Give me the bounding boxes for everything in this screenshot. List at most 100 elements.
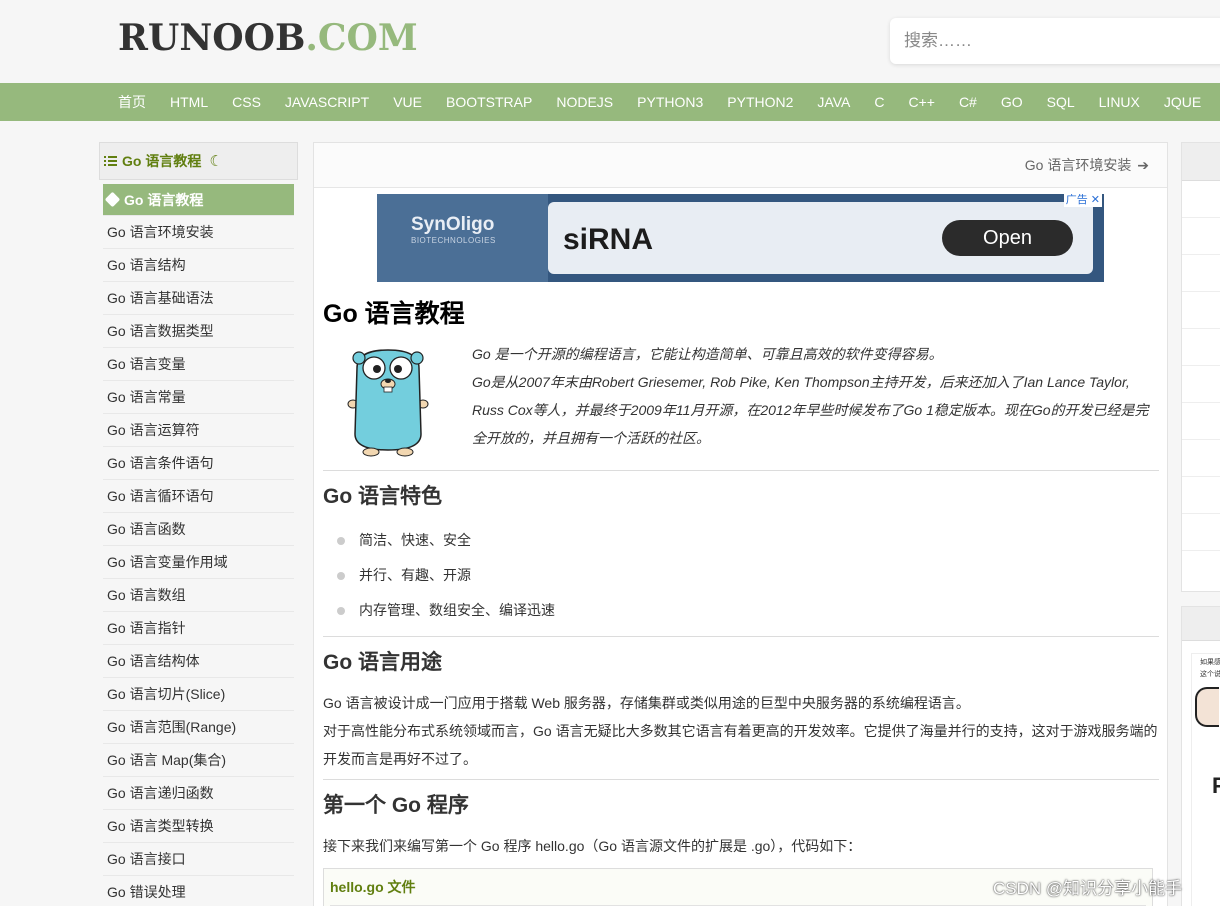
logo-domain-text: .COM	[305, 17, 418, 59]
arrow-right-icon[interactable]: ➔	[1137, 157, 1149, 173]
ad-close-icon[interactable]: 广告 ✕	[1063, 194, 1102, 207]
ad-thumb-text-2: 这个说	[1200, 671, 1220, 678]
next-page-link[interactable]: Go 语言环境安装	[1025, 157, 1132, 173]
usage-paragraph-1: Go 语言被设计成一门应用于搭载 Web 服务器，存储集群或类似用途的巨型中央服…	[323, 695, 970, 711]
article-content: Go 语言教程 Go 是一个开源的编程语言，它能让构造简单、可靠且高效的软件变得…	[323, 298, 1159, 906]
list-item: 内存管理、数组安全、编译迅速	[337, 593, 1159, 628]
ad-card: siRNA Open	[548, 202, 1093, 274]
ad-brand-subtitle: BIOTECHNOLOGIES	[411, 236, 496, 245]
intro-line-1: Go 是一个开源的编程语言，它能让构造简单、可靠且高效的软件变得容易。	[472, 346, 943, 362]
gopher-mascot-icon	[347, 349, 429, 457]
sidebar-item-operators[interactable]: Go 语言运算符	[103, 414, 294, 447]
sidebar-item-structs[interactable]: Go 语言结构体	[103, 645, 294, 678]
sidebar-item-conditionals[interactable]: Go 语言条件语句	[103, 447, 294, 480]
search-input[interactable]	[890, 18, 1220, 64]
sidebar-item-loops[interactable]: Go 语言循环语句	[103, 480, 294, 513]
nav-item-vue[interactable]: VUE	[381, 83, 434, 121]
ad-banner[interactable]: SynOligo BIOTECHNOLOGIES siRNA Open 广告 ✕	[377, 194, 1104, 282]
sidebar-item-interfaces[interactable]: Go 语言接口	[103, 843, 294, 876]
sidebar-item-functions[interactable]: Go 语言函数	[103, 513, 294, 546]
sidebar-item-basic-syntax[interactable]: Go 语言基础语法	[103, 282, 294, 315]
sidebar-item-go-tutorial[interactable]: Go 语言教程	[103, 184, 294, 216]
first-program-paragraph: 接下来我们来编写第一个 Go 程序 hello.go（Go 语言源文件的扩展是 …	[323, 838, 862, 854]
list-item[interactable]	[1182, 477, 1220, 514]
page-title: Go 语言教程	[323, 300, 465, 328]
main-article: Go 语言环境安装 ➔ SynOligo BIOTECHNOLOGIES siR…	[313, 142, 1168, 906]
sidebar-list: Go 语言教程 Go 语言环境安装 Go 语言结构 Go 语言基础语法 Go 语…	[103, 184, 294, 906]
nav-item-jquery[interactable]: JQUE	[1152, 83, 1213, 121]
list-item[interactable]	[1182, 403, 1220, 440]
list-item[interactable]	[1182, 218, 1220, 255]
next-page-bar: Go 语言环境安装 ➔	[314, 143, 1167, 188]
sidebar-item-arrays[interactable]: Go 语言数组	[103, 579, 294, 612]
sidebar-item-env-install[interactable]: Go 语言环境安装	[103, 216, 294, 249]
sidebar: Go 语言教程 ☾ Go 语言教程 Go 语言环境安装 Go 语言结构 Go 语…	[99, 142, 298, 906]
intro-line-2: Go是从2007年末由Robert Griesemer, Rob Pike, K…	[472, 374, 1149, 446]
list-item[interactable]	[1182, 181, 1220, 218]
usage-paragraph-2: 对于高性能分布式系统领域而言，Go 语言无疑比大多数其它语言有着更高的开发效率。…	[323, 723, 1158, 767]
nav-item-java[interactable]: JAVA	[805, 83, 862, 121]
sidebar-header: Go 语言教程 ☾	[99, 142, 298, 180]
features-heading: Go 语言特色	[323, 485, 442, 508]
ad-brand-name: SynOligo	[411, 214, 495, 235]
nav-item-c[interactable]: C	[862, 83, 896, 121]
sidebar-item-errors[interactable]: Go 错误处理	[103, 876, 294, 906]
list-item[interactable]	[1182, 440, 1220, 477]
sidebar-item-label: Go 语言教程	[124, 192, 204, 208]
sidebar-item-structure[interactable]: Go 语言结构	[103, 249, 294, 282]
nav-item-nodejs[interactable]: NODEJS	[544, 83, 625, 121]
nav-item-python2[interactable]: PYTHON2	[715, 83, 805, 121]
sidebar-item-map[interactable]: Go 语言 Map(集合)	[103, 744, 294, 777]
list-item: 简洁、快速、安全	[337, 523, 1159, 558]
sidebar-item-scope[interactable]: Go 语言变量作用域	[103, 546, 294, 579]
divider	[323, 636, 1159, 637]
sidebar-item-pointers[interactable]: Go 语言指针	[103, 612, 294, 645]
sidebar-item-slices[interactable]: Go 语言切片(Slice)	[103, 678, 294, 711]
nav-item-html[interactable]: HTML	[158, 83, 220, 121]
nav-item-home[interactable]: 首页	[106, 83, 158, 121]
intro-text: Go 是一个开源的编程语言，它能让构造简单、可靠且高效的软件变得容易。 Go是从…	[472, 340, 1160, 452]
nav-item-linux[interactable]: LINUX	[1087, 83, 1152, 121]
nav-item-cpp[interactable]: C++	[896, 83, 946, 121]
ad-headline: siRNA	[563, 223, 654, 256]
features-list: 简洁、快速、安全 并行、有趣、开源 内存管理、数组安全、编译迅速	[337, 523, 1159, 628]
list-item[interactable]	[1182, 255, 1220, 292]
sidebar-item-type-conversion[interactable]: Go 语言类型转换	[103, 810, 294, 843]
ad-open-button[interactable]: Open	[942, 220, 1073, 256]
list-icon	[104, 155, 117, 167]
list-item[interactable]	[1182, 366, 1220, 403]
nav-item-go[interactable]: GO	[989, 83, 1035, 121]
top-nav: 首页 HTML CSS JAVASCRIPT VUE BOOTSTRAP NOD…	[0, 83, 1220, 121]
tag-icon	[104, 191, 121, 208]
csdn-watermark: CSDN @知识分享小能手	[993, 879, 1183, 898]
list-item[interactable]	[1182, 514, 1220, 551]
nav-item-sql[interactable]: SQL	[1035, 83, 1087, 121]
list-item[interactable]	[1182, 292, 1220, 329]
ad-thumb-letter: F	[1212, 773, 1220, 798]
first-program-heading: 第一个 Go 程序	[323, 794, 469, 817]
nav-item-csharp[interactable]: C#	[947, 83, 989, 121]
sidebar-item-range[interactable]: Go 语言范围(Range)	[103, 711, 294, 744]
sidebar-title: Go 语言教程	[122, 153, 202, 169]
sidebar-item-variables[interactable]: Go 语言变量	[103, 348, 294, 381]
intro-section: Go 是一个开源的编程语言，它能让构造简单、可靠且高效的软件变得容易。 Go是从…	[323, 340, 1159, 470]
nav-item-javascript[interactable]: JAVASCRIPT	[273, 83, 381, 121]
logo-main-text: RUNOOB	[118, 17, 306, 59]
divider	[323, 470, 1159, 471]
divider	[323, 779, 1159, 780]
search-box[interactable]	[890, 18, 1220, 64]
nav-item-css[interactable]: CSS	[220, 83, 273, 121]
nav-item-python3[interactable]: PYTHON3	[625, 83, 715, 121]
ad-thumb-text-1: 如果感	[1200, 659, 1220, 666]
sidebar-item-recursion[interactable]: Go 语言递归函数	[103, 777, 294, 810]
site-logo[interactable]: RUNOOB.COM	[118, 18, 418, 58]
moon-icon[interactable]: ☾	[209, 152, 222, 170]
nav-item-bootstrap[interactable]: BOOTSTRAP	[434, 83, 544, 121]
sidebar-item-constants[interactable]: Go 语言常量	[103, 381, 294, 414]
list-item: 并行、有趣、开源	[337, 558, 1159, 593]
right-ad-panel: 如果感 这个说 F	[1181, 606, 1220, 906]
list-item[interactable]	[1182, 329, 1220, 366]
sidebar-item-data-types[interactable]: Go 语言数据类型	[103, 315, 294, 348]
right-ad-header	[1182, 607, 1220, 641]
cartoon-face-icon	[1195, 687, 1219, 727]
